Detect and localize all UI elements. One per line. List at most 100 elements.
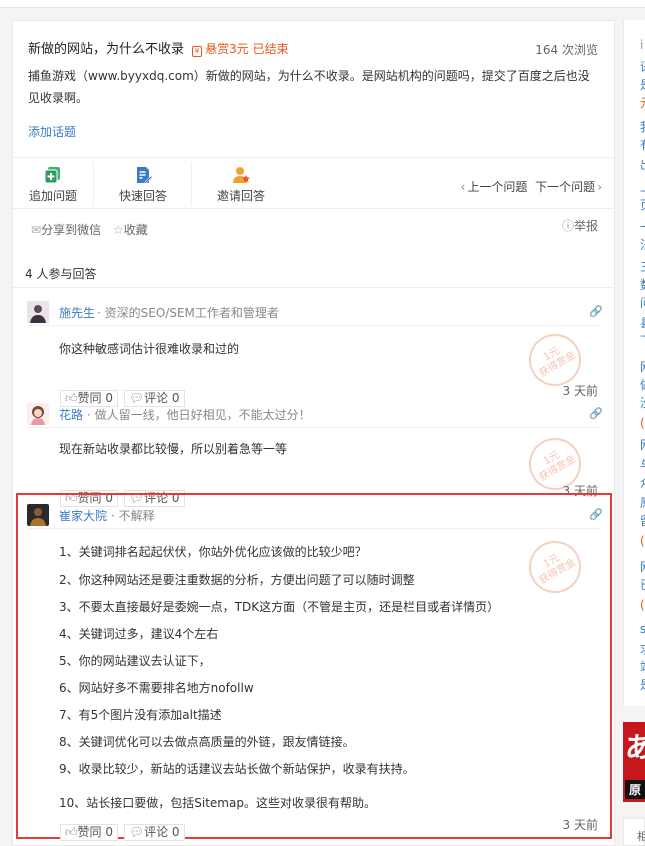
divider [93,162,94,206]
answer-line: 5、你的网站建议去认证下， [59,654,211,668]
answer-item: 花路 · 做人留一线，他日好相见，不能太过分！ 🔗 现在新站收录都比较慢，所以别… [13,400,614,507]
sidebar-related-link[interactable]: 上 [640,180,645,194]
sidebar-related-link[interactable]: 原 [640,496,645,510]
sidebar-related-link[interactable]: 是 [640,78,645,92]
invite-answer-button[interactable]: 邀请回答 [193,158,289,210]
add-question-label: 追加问题 [28,189,77,203]
answer-header: 施先生 · 资深的SEO/SEM工作者和管理者 🔗 [27,298,603,326]
edit-icon [137,167,152,184]
sidebar-related-link[interactable]: 页 [640,198,645,212]
sidebar-related-link[interactable]: 一 [640,220,645,234]
answer-footer: 👍︎赞同 0 💬︎评论 0 [60,824,187,842]
sidebar-related-link[interactable]: 语 [640,60,645,74]
sidebar-related-link[interactable]: 没 [640,396,645,410]
divider [13,287,614,288]
avatar[interactable] [27,504,49,526]
reward-icon: ¥ [192,46,203,57]
sidebar-related-link[interactable]: 与 [640,458,645,472]
answer-header: 崔家大院 · 不解释 🔗 [27,501,603,529]
info-icon: ⓘ [561,219,574,233]
favorite-button[interactable]: ☆收藏 [113,221,148,238]
prev-question-link[interactable]: 上一个问题 [467,180,527,194]
invite-user-icon [233,167,250,183]
sidebar-bottom-label: 相 [637,830,645,843]
invite-answer-label: 邀请回答 [216,189,265,203]
banner-logo-text: あ [625,731,645,764]
share-wechat-button[interactable]: ✉分享到微信 [31,221,101,238]
link-icon[interactable]: 🔗 [589,407,603,420]
sidebar-related-link[interactable]: 留 [640,514,645,528]
answer-line: 3、不要太直接最好是委婉一点，TDK这方面（不管是主页，还是栏目或者详情页） [59,600,500,614]
comment-button[interactable]: 💬︎评论 0 [123,824,185,841]
sidebar-related-link[interactable]: (5 [640,534,645,548]
answerer-desc-text: 不解释 [118,509,155,523]
sidebar-ad-banner[interactable]: あ 原 [623,722,645,802]
answerer-name[interactable]: 花路 [59,406,83,423]
question-body: 捕鱼游戏（www.byyxdq.com）新做的网站，为什么不收录。是网站机构的问… [28,69,590,105]
answer-line: 9、收录比较少，新站的话建议去站长做个新站保护，收录有扶持。 [59,762,415,776]
answer-line: 2、你这种网站还是要注重数据的分析，方便出问题了可以随时调整 [59,573,415,587]
sidebar-related-link[interactable]: 数 [640,278,645,292]
sidebar-related-link[interactable]: 问 [640,296,645,310]
sidebar-related-link[interactable]: 已 [640,578,645,592]
report-label: 举报 [573,219,598,233]
action-bar: 追加问题 快速回答 邀请回答 ‹ 上一个问题 下一个问题 › [13,157,614,209]
answer-item: 施先生 · 资深的SEO/SEM工作者和管理者 🔗 你这种敏感词估计很难收录和过… [13,298,614,407]
sidebar-related-link[interactable]: 站 [640,660,645,674]
sidebar-related-link[interactable]: 网 [640,560,645,574]
sidebar-bottom-card: 相 [623,818,645,846]
sidebar-related-link[interactable]: 三 [640,260,645,274]
link-icon[interactable]: 🔗 [589,508,603,521]
next-question-link[interactable]: 下一个问题 [535,180,595,194]
question-panel: 新做的网站，为什么不收录 ¥ 悬赏3元 已结束 164 次浏览 捕鱼游戏（www.… [12,20,615,846]
sidebar-related-link[interactable]: 县 [640,316,645,330]
like-button[interactable]: 👍︎赞同 0 [60,824,118,841]
sidebar-related-link[interactable]: 网 [640,438,645,452]
add-question-icon [44,167,60,184]
sidebar-related-link[interactable]: 下 [640,334,645,348]
sidebar-related-link[interactable]: (3 [640,416,645,430]
like-label: 赞同 0 [77,825,113,839]
sidebar-related-link[interactable]: 有 [640,138,645,152]
answerer-desc: · 不解释 [111,509,155,523]
top-bar [0,0,645,8]
sidebar-related-link[interactable]: 求 [640,642,645,656]
add-topic-link[interactable]: 添加话题 [28,123,76,140]
sidebar-related-link[interactable]: (8 [640,598,645,612]
sidebar-related-link[interactable]: 众 [640,476,645,490]
answer-item: 崔家大院 · 不解释 🔗 1元 获得赏金 1、关键词排名起起伏伏，你站外优化应该做… [13,501,614,841]
reward-badge: ¥ 悬赏3元 已结束 [192,42,289,57]
favorite-label: 收藏 [123,223,148,237]
question-pager: ‹ 上一个问题 下一个问题 › [461,178,602,195]
link-icon[interactable]: 🔗 [589,305,603,318]
answerer-name[interactable]: 崔家大院 [59,507,107,524]
sidebar-related-link[interactable]: 我 [640,120,645,134]
banner-sub-text: 原 [625,780,645,799]
report-button[interactable]: ⓘ举报 [562,217,598,234]
sidebar-related-link[interactable]: i [640,38,645,52]
wechat-icon: ✉ [31,223,42,237]
quick-answer-label: 快速回答 [118,189,167,203]
sidebar-related-link[interactable]: 法 [640,238,645,252]
sidebar-related-link[interactable]: si [640,622,645,636]
reward-stamp: 1元 获得赏金 [519,531,591,603]
sidebar-related: i语是元我有出上页一法三数问县下网做没(3网与众原留(5网已(8si求站是 [623,20,645,706]
answerer-name[interactable]: 施先生 [59,304,95,321]
sidebar-related-link[interactable]: 元 [640,96,645,110]
answer-text: 现在新站收录都比较慢，所以别着急等一等 [59,442,288,456]
sidebar-related-link[interactable]: 是 [640,678,645,692]
answer-time: 3 天前 [562,384,598,398]
add-question-button[interactable]: 追加问题 [13,158,93,210]
sidebar-related-link[interactable]: 出 [640,158,645,172]
chevron-right-icon: › [597,180,602,194]
answerer-desc: · 资深的SEO/SEM工作者和管理者 [97,306,279,320]
reward-text: 悬赏3元 已结束 [205,42,289,56]
sidebar-related-link[interactable]: 网 [640,360,645,374]
sidebar-related-link[interactable]: 做 [640,378,645,392]
divider [191,162,192,206]
quick-answer-button[interactable]: 快速回答 [95,158,191,210]
answer-line: 6、网站好多不需要排名地方nofollw [59,681,254,695]
avatar[interactable] [27,301,49,323]
answer-line: 4、关键词过多，建议4个左右 [59,627,219,641]
avatar[interactable] [27,403,49,425]
